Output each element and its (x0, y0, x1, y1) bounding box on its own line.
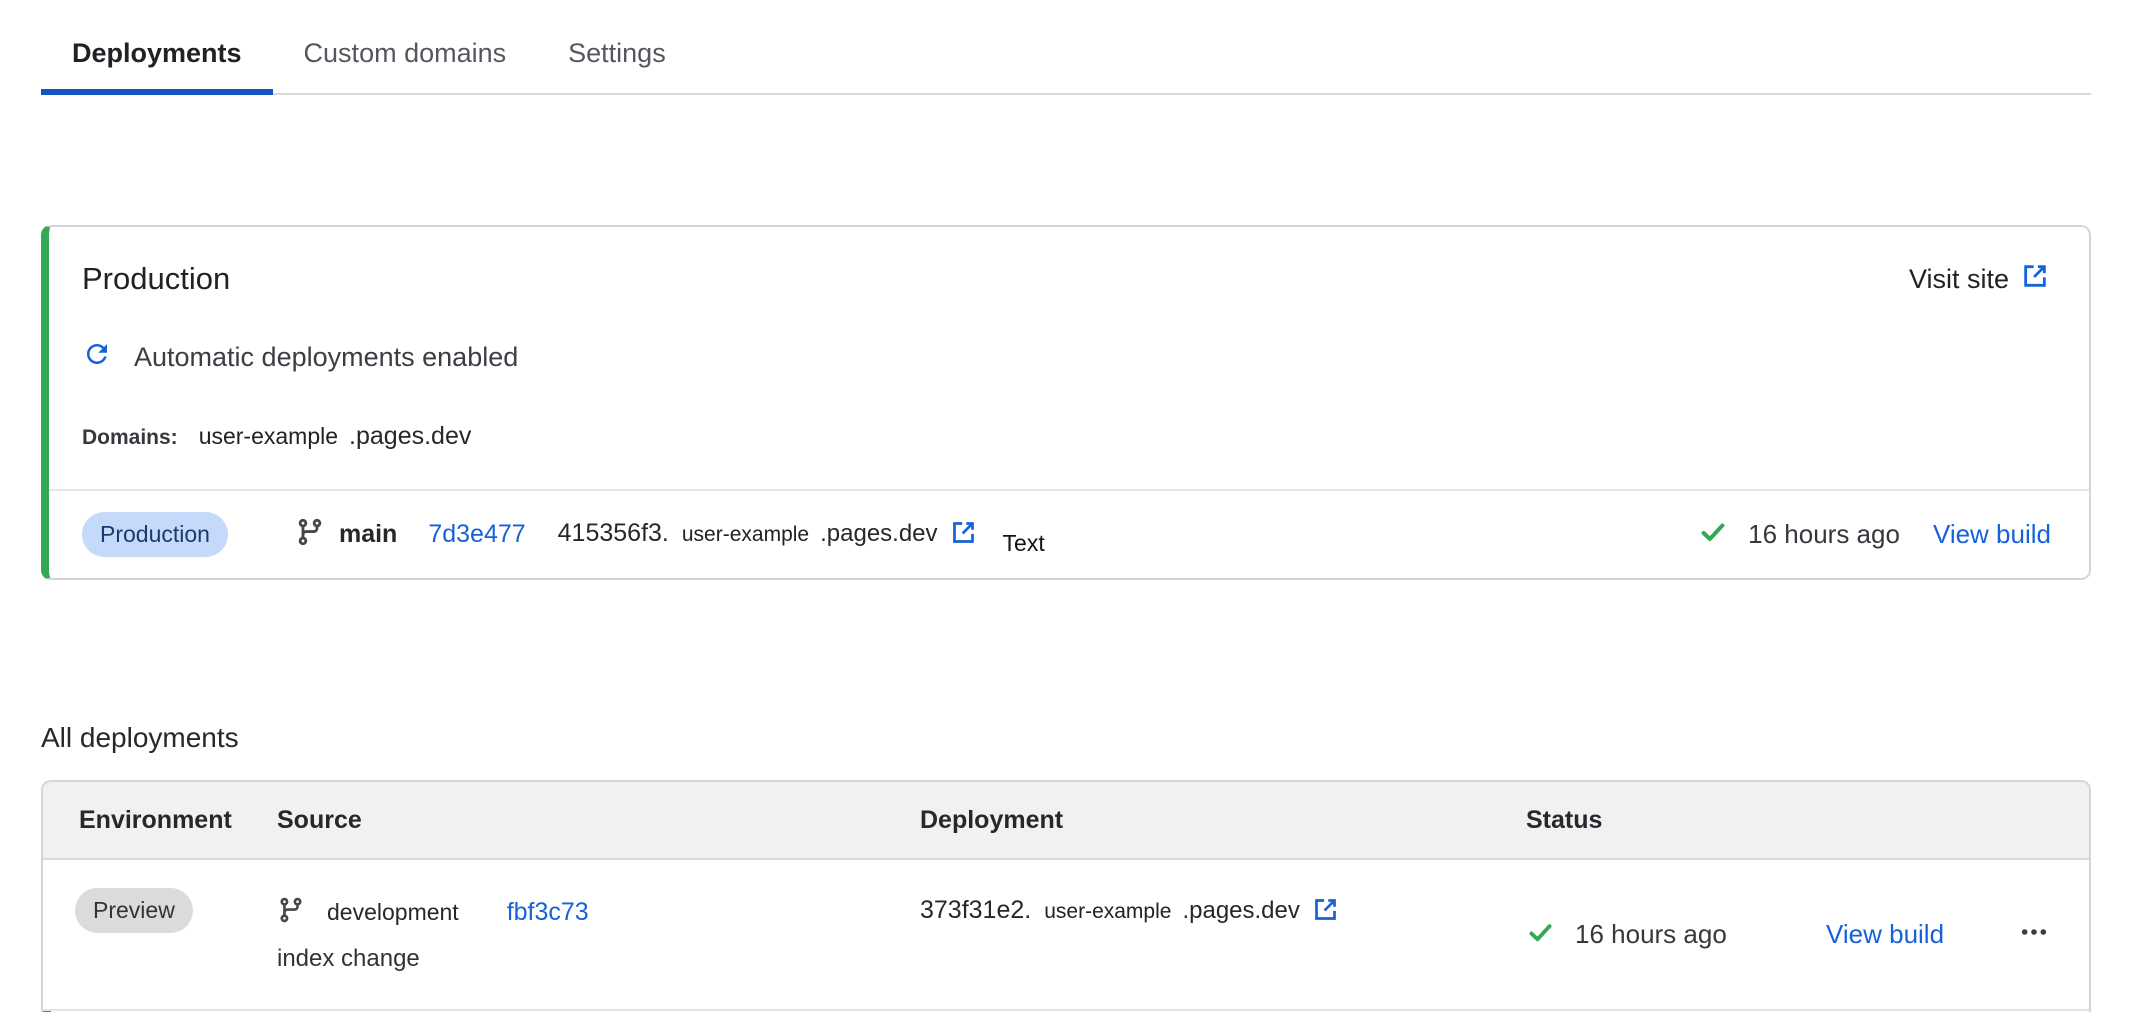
deployment-url-link[interactable]: 373f31e2. user-example .pages.dev (920, 896, 1526, 928)
deployment-status: 16 hours ago (1526, 888, 1826, 973)
overflow-menu-button[interactable] (2012, 910, 2056, 959)
external-link-icon (2021, 262, 2049, 297)
external-link-icon (950, 519, 977, 551)
check-icon (1698, 517, 1728, 552)
deployments-table: Environment Source Deployment Status Pre… (41, 780, 2091, 1012)
deployment-url-prefix: 415356f3. (558, 519, 669, 548)
view-build-link[interactable]: View build (1933, 519, 2051, 550)
tab-settings[interactable]: Settings (537, 22, 697, 95)
environment-badge: Preview (75, 888, 193, 933)
deployment-url-link[interactable]: 415356f3. user-example .pages.dev (558, 519, 977, 551)
tab-deployments[interactable]: Deployments (41, 22, 273, 95)
commit-hash-link[interactable]: fbf3c73 (507, 898, 589, 927)
git-branch-icon (295, 517, 325, 552)
domain-suffix: .pages.dev (349, 422, 471, 451)
branch-name: main (339, 520, 397, 549)
production-deployment-row: Production main 7d3e477 415356f3. user-e… (49, 491, 2089, 578)
environment-badge: Production (82, 512, 228, 557)
deployment-url-suffix: .pages.dev (820, 520, 937, 548)
ellipsis-icon (2018, 916, 2050, 953)
deployment-url-name: user-example (1044, 900, 1171, 924)
column-header-deployment: Deployment (920, 806, 1526, 835)
view-build-link[interactable]: View build (1826, 919, 1944, 950)
column-header-status: Status (1526, 806, 1826, 835)
tab-bar: Deployments Custom domains Settings (41, 0, 2091, 95)
deployment-time: 16 hours ago (1575, 919, 1727, 950)
pages-project-page: Deployments Custom domains Settings Prod… (0, 0, 2132, 1012)
deployment-url-suffix: .pages.dev (1182, 897, 1299, 925)
visit-site-link[interactable]: Visit site (1909, 262, 2049, 297)
production-card-info: Production Visit site (49, 227, 2089, 489)
column-header-environment: Environment (43, 806, 277, 835)
deployment-url-prefix: 373f31e2. (920, 896, 1031, 925)
deployment-status: 16 hours ago View build (1698, 517, 2051, 552)
deployment-url-name: user-example (682, 523, 809, 547)
refresh-icon (82, 339, 112, 376)
table-header-row: Environment Source Deployment Status (43, 782, 2089, 860)
deployment-time: 16 hours ago (1748, 519, 1900, 550)
commit-message: index change (277, 945, 920, 973)
all-deployments-title: All deployments (41, 722, 2091, 754)
git-branch-icon (277, 896, 305, 929)
check-icon (1526, 918, 1555, 952)
column-header-source: Source (277, 806, 920, 835)
table-row: Preview development fbf3c73 index change… (43, 860, 2089, 1011)
commit-message: Text (1003, 530, 1045, 557)
commit-hash-link[interactable]: 7d3e477 (428, 520, 525, 549)
domain-name: user-example (199, 423, 338, 450)
external-link-icon (1312, 896, 1339, 928)
domains-label: Domains: (82, 426, 178, 450)
production-card: Production Visit site (41, 225, 2091, 580)
branch-name: development (327, 899, 459, 926)
tab-custom-domains[interactable]: Custom domains (273, 22, 538, 95)
production-card-title: Production (82, 261, 230, 297)
auto-deployments-text: Automatic deployments enabled (134, 342, 518, 373)
visit-site-label: Visit site (1909, 264, 2009, 295)
